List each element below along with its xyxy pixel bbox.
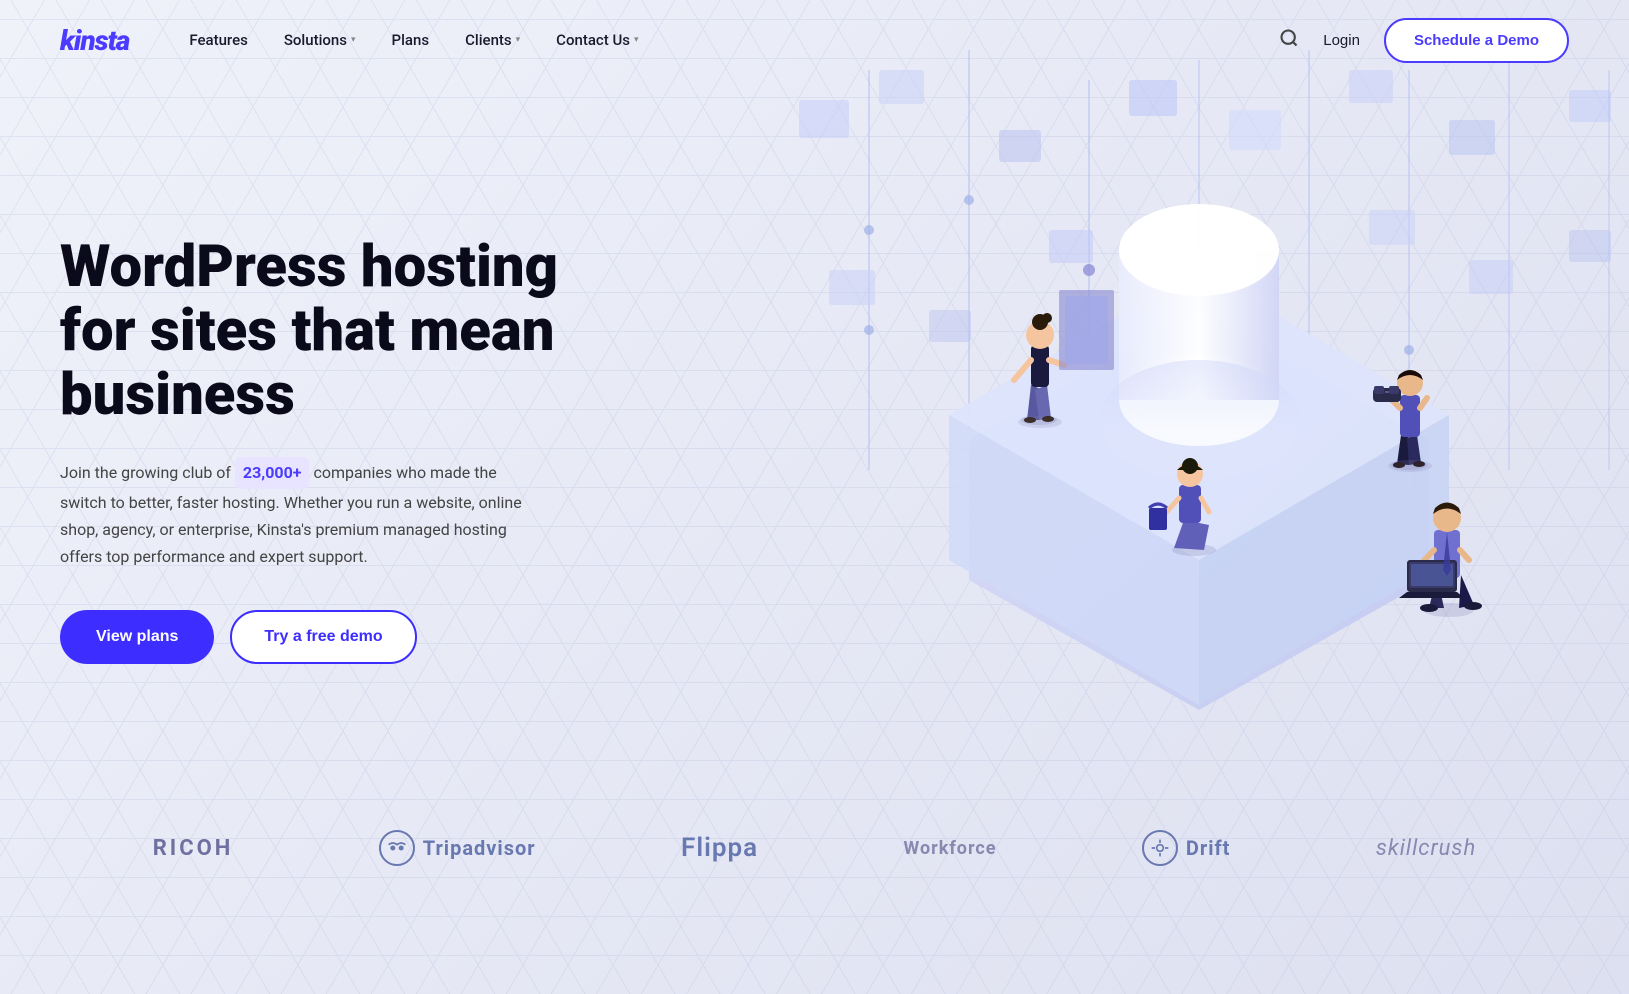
illustration-svg [749, 50, 1629, 830]
logo-ricoh: RICOH [153, 836, 234, 861]
logo-flippa: Flippa [681, 833, 758, 863]
hero-section: WordPress hosting for sites that mean bu… [0, 80, 1629, 780]
nav-links: Features Solutions ▾ Plans Clients ▾ Con… [189, 31, 1279, 49]
chevron-down-icon: ▾ [351, 35, 356, 45]
nav-contact[interactable]: Contact Us ▾ [556, 31, 638, 49]
chevron-down-icon: ▾ [516, 35, 521, 45]
nav-plans[interactable]: Plans [392, 31, 430, 49]
hero-illustration [749, 50, 1629, 830]
nav-clients[interactable]: Clients ▾ [465, 31, 520, 49]
logo-skillcrush: skillcrush [1376, 836, 1476, 861]
nav-solutions[interactable]: Solutions ▾ [284, 31, 356, 49]
search-button[interactable] [1279, 28, 1299, 53]
hero-description: Join the growing club of 23,000+ compani… [60, 457, 540, 570]
hero-title: WordPress hosting for sites that mean bu… [60, 236, 600, 427]
drift-icon [1142, 830, 1178, 866]
view-plans-button[interactable]: View plans [60, 610, 214, 664]
hero-content: WordPress hosting for sites that mean bu… [60, 236, 600, 664]
navbar: kinsta Features Solutions ▾ Plans Client… [0, 0, 1629, 80]
search-icon [1279, 28, 1299, 48]
try-demo-button[interactable]: Try a free demo [230, 610, 416, 664]
chevron-down-icon: ▾ [634, 35, 639, 45]
nav-features[interactable]: Features [189, 31, 247, 49]
login-button[interactable]: Login [1323, 32, 1360, 49]
hero-buttons: View plans Try a free demo [60, 610, 600, 664]
logo-tripadvisor: Tripadvisor [379, 830, 536, 866]
logo-drift: Drift [1142, 830, 1231, 866]
company-count-badge: 23,000+ [235, 457, 310, 488]
nav-actions: Login Schedule a Demo [1279, 18, 1569, 63]
tripadvisor-icon [379, 830, 415, 866]
logo-workforce: Workforce [904, 838, 997, 859]
schedule-demo-button[interactable]: Schedule a Demo [1384, 18, 1569, 63]
brand-logo[interactable]: kinsta [60, 24, 129, 57]
